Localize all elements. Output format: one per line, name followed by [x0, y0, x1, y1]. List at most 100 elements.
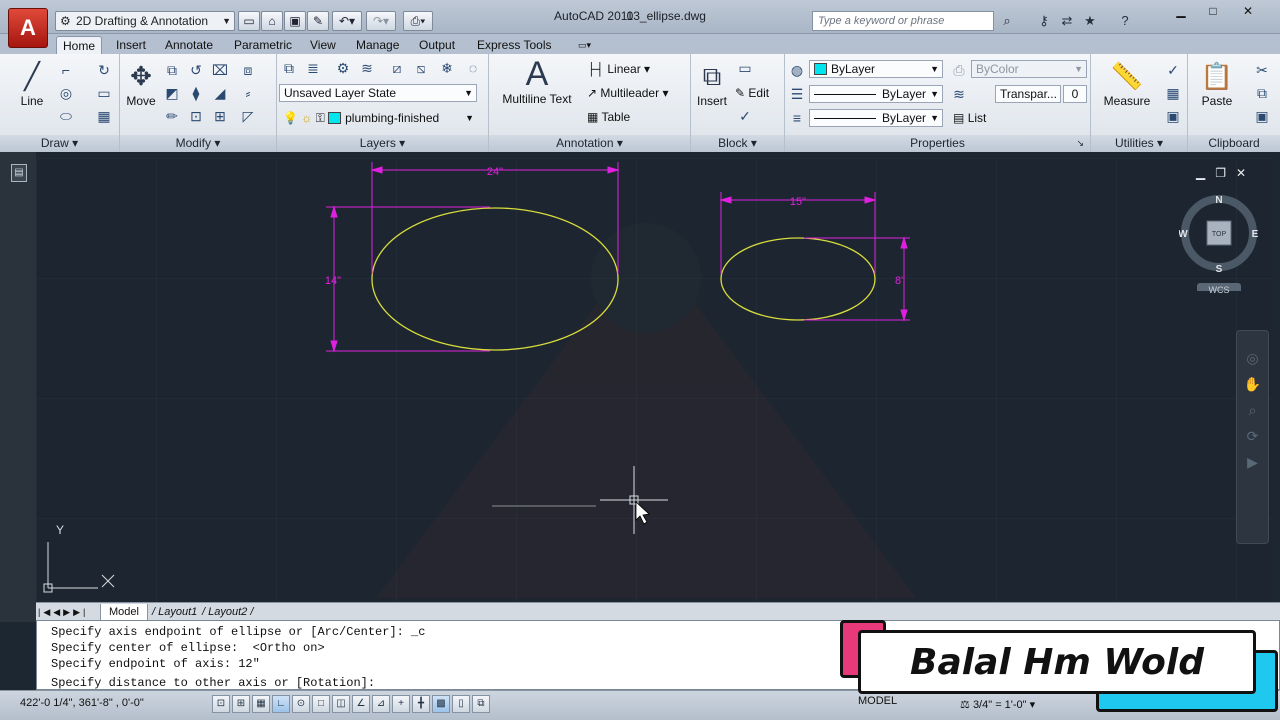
transparency-toggle[interactable]: ▩ [432, 695, 450, 713]
edit-block-button[interactable]: ✎ Edit [735, 86, 769, 100]
zoom-icon[interactable]: ⌕ [1237, 397, 1268, 423]
dyn-toggle[interactable]: + [392, 695, 410, 713]
list-button[interactable]: ▤ List [953, 111, 986, 125]
tab-layout1[interactable]: / Layout1 [152, 604, 197, 620]
viewcube[interactable]: TOP N S E W WCS [1179, 191, 1259, 295]
layer-state-icon[interactable]: ≣ [303, 58, 323, 78]
orbit-icon[interactable]: ⟳ [1237, 423, 1268, 449]
trim-icon[interactable]: ⌧ [210, 60, 230, 80]
move-button[interactable]: ✥ Move [122, 60, 160, 108]
layer-previous-icon[interactable]: ≋ [357, 58, 377, 78]
ortho-toggle[interactable]: ∟ [272, 695, 290, 713]
layer-isolate-icon[interactable]: ⧄ [387, 58, 407, 78]
tab-layout2[interactable]: / Layout2 / [202, 604, 253, 620]
properties-panel-label[interactable]: Properties ↘ [785, 135, 1090, 152]
quick-properties-toggle[interactable]: ▯ [452, 695, 470, 713]
exchange-icon[interactable]: ⇄ [1057, 11, 1077, 31]
linetype-icon[interactable]: ≡ [787, 108, 807, 128]
maximize-button[interactable]: □ [1198, 2, 1228, 20]
redo-icon[interactable]: ↷▾ [366, 11, 396, 31]
snap-toggle[interactable]: ⊞ [232, 695, 250, 713]
explode-icon[interactable]: ⧈ [238, 60, 258, 80]
layer-state-dropdown[interactable]: Unsaved Layer State ▼ [279, 84, 477, 102]
tab-annotate[interactable]: Annotate [159, 36, 219, 54]
layer-freeze-icon[interactable]: ❄ [437, 58, 457, 78]
clipboard-panel-label[interactable]: Clipboard [1188, 135, 1280, 152]
layer-off-icon[interactable]: ◌ [463, 58, 483, 78]
showmotion-icon[interactable]: ▶ [1237, 449, 1268, 475]
transparency-value[interactable]: 0 [1063, 85, 1087, 103]
polar-toggle[interactable]: ⊙ [292, 695, 310, 713]
drawing-svg[interactable]: 24" 14" 15" 8" Y [36, 158, 1272, 602]
open-folder-icon[interactable]: ⌂ [261, 11, 283, 31]
linetype-dropdown[interactable]: ByLayer ▼ [809, 109, 943, 127]
copy-icon[interactable]: ⧉ [162, 60, 182, 80]
tab-insert[interactable]: Insert [110, 36, 152, 54]
match-properties-icon[interactable]: ▣ [1252, 106, 1272, 126]
compass-east[interactable]: E [1252, 229, 1259, 240]
layout-nav-arrows[interactable]: |◀◀▶▶| [38, 604, 88, 620]
line-button[interactable]: ╱ Line [10, 60, 54, 108]
multiline-text-button[interactable]: A Multiline Text [495, 57, 579, 106]
steering-wheel-icon[interactable]: ◎ [1237, 345, 1268, 371]
cut-icon[interactable]: ✂ [1252, 60, 1272, 80]
undo-icon[interactable]: ↶▾ [332, 11, 362, 31]
viewport-menu-icon[interactable]: ▤ [11, 164, 27, 182]
rectangle-icon[interactable]: ▭ [94, 83, 114, 103]
minimize-viewport-icon[interactable]: ▁ [1196, 166, 1215, 180]
infer-constraints-toggle[interactable]: ⊡ [212, 695, 230, 713]
layers-panel-label[interactable]: Layers ▾ [277, 135, 488, 152]
linear-dimension-button[interactable]: ├┤ Linear ▾ [587, 62, 650, 76]
layer-match-icon[interactable]: ⚙ [333, 58, 353, 78]
annotation-panel-label[interactable]: Annotation ▾ [489, 135, 690, 152]
insert-block-button[interactable]: ⧉ Insert [693, 60, 731, 108]
utilities-panel-label[interactable]: Utilities ▾ [1091, 135, 1187, 152]
command-prompt[interactable]: Specify distance to other axis or [Rotat… [51, 675, 375, 691]
otrack-toggle[interactable]: ∠ [352, 695, 370, 713]
calculator-icon[interactable]: ▣ [1163, 106, 1183, 126]
quick-select-icon[interactable]: ✓ [1163, 60, 1183, 80]
application-menu-button[interactable]: A [8, 8, 48, 48]
block-attribute-icon[interactable]: ✓ [735, 106, 755, 126]
tab-view[interactable]: View [304, 36, 342, 54]
drawing-canvas[interactable]: 24" 14" 15" 8" Y ▁❐✕ TOP N S E W WCS ◎ ✋… [36, 158, 1272, 602]
erase-icon[interactable]: ✏ [162, 106, 182, 126]
ducs-toggle[interactable]: ⊿ [372, 695, 390, 713]
arc-icon[interactable]: ↻ [94, 60, 114, 80]
color-dropdown[interactable]: ByLayer ▼ [809, 60, 943, 78]
rotate-icon[interactable]: ↺ [186, 60, 206, 80]
minimize-button[interactable]: ▁ [1166, 2, 1196, 20]
hatch-icon[interactable]: ▦ [94, 106, 114, 126]
coordinates-readout[interactable]: 422'-0 1/4", 361'-8" , 0'-0" [20, 697, 144, 709]
tab-manage[interactable]: Manage [350, 36, 405, 54]
color-wheel-icon[interactable]: ◍ [787, 60, 807, 80]
tab-model[interactable]: Model [100, 604, 148, 621]
multileader-button[interactable]: ↗ Multileader ▾ [587, 86, 668, 100]
save-icon[interactable]: ▣ [284, 11, 306, 31]
help-icon[interactable]: ? [1115, 11, 1135, 31]
measure-button[interactable]: 📏 Measure [1095, 60, 1159, 108]
transparency-field[interactable]: Transpar... [995, 85, 1061, 103]
3d-osnap-toggle[interactable]: ◫ [332, 695, 350, 713]
modify-panel-label[interactable]: Modify ▾ [120, 135, 276, 152]
dialog-launcher-icon[interactable]: ↘ [1076, 135, 1084, 152]
draw-panel-label[interactable]: Draw ▾ [0, 135, 119, 152]
pan-icon[interactable]: ✋ [1237, 371, 1268, 397]
grid-toggle[interactable]: ▦ [252, 695, 270, 713]
tab-parametric[interactable]: Parametric [228, 36, 298, 54]
new-file-icon[interactable]: ▭ [238, 11, 260, 31]
restore-viewport-icon[interactable]: ❐ [1215, 166, 1236, 180]
paste-button[interactable]: 📋 Paste [1192, 60, 1242, 108]
table-button[interactable]: ▦ Table [587, 110, 630, 124]
search-input[interactable]: Type a keyword or phrase [812, 11, 994, 31]
mirror-icon[interactable]: ⧫ [186, 83, 206, 103]
stretch-icon[interactable]: ◩ [162, 83, 182, 103]
copy-clip-icon[interactable]: ⧉ [1252, 83, 1272, 103]
compass-west[interactable]: W [1179, 229, 1188, 240]
osnap-toggle[interactable]: □ [312, 695, 330, 713]
save-as-icon[interactable]: ✎ [307, 11, 329, 31]
key-icon[interactable]: ⚷ [1034, 11, 1054, 31]
star-icon[interactable]: ★ [1080, 11, 1100, 31]
binoculars-icon[interactable]: ⌕ [997, 11, 1017, 31]
layer-unisolate-icon[interactable]: ⧅ [411, 58, 431, 78]
